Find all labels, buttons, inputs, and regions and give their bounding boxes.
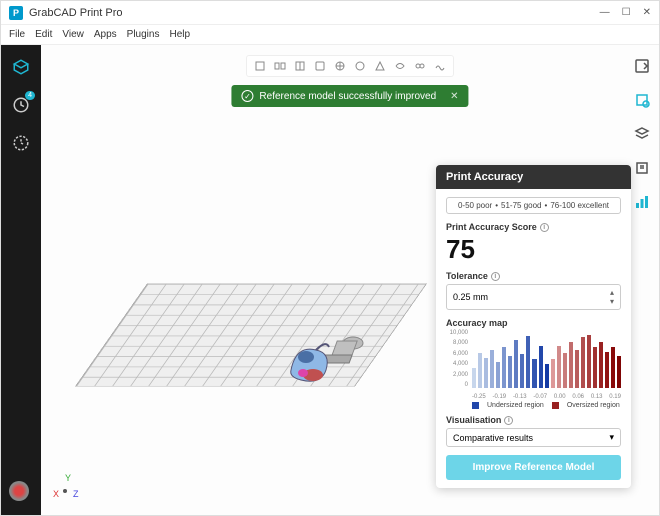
axis-x-icon: X [53,489,59,499]
chart-xaxis: -0.25-0.19-0.13-0.070.000.060.130.19 [472,394,621,400]
bar-over [569,342,573,388]
titlebar: P GrabCAD Print Pro — ☐ ✕ [1,1,659,25]
bar-under [514,340,518,388]
info-icon[interactable]: i [504,416,513,425]
check-icon: ✓ [241,90,253,102]
badge: 4 [25,91,35,100]
minimize-button[interactable]: — [600,7,610,18]
info-icon[interactable]: i [540,223,549,232]
tool-4-icon[interactable] [313,59,327,73]
tool-3-icon[interactable] [293,59,307,73]
app-logo-icon: P [9,6,23,20]
window-controls: — ☐ ✕ [600,7,651,18]
toast-message: Reference model successfully improved [259,91,436,102]
improve-reference-model-button[interactable]: Improve Reference Model [446,455,621,480]
axis-origin-icon [63,489,67,493]
tool-6-icon[interactable] [353,59,367,73]
chevron-down-icon: ▾ [609,432,614,443]
tool-8-icon[interactable] [393,59,407,73]
bar-over [593,347,597,388]
toast-success: ✓ Reference model successfully improved … [231,85,468,107]
bar-under [502,347,506,388]
cost-icon[interactable] [631,157,653,179]
score-legend: 0-50 poor • 51-75 good • 76-100 excellen… [446,197,621,214]
top-toolbar [246,55,454,77]
tool-5-icon[interactable] [333,59,347,73]
app-window: P GrabCAD Print Pro — ☐ ✕ File Edit View… [0,0,660,516]
info-icon[interactable]: i [491,272,500,281]
accuracy-map-chart: 10,0008,0006,0004,0002,0000 -0.25-0.19-0… [446,330,621,400]
menu-plugins[interactable]: Plugins [127,29,160,40]
toast-close-icon[interactable]: ✕ [450,91,458,102]
viewport[interactable]: ✓ Reference model successfully improved … [41,45,659,515]
menu-file[interactable]: File [9,29,25,40]
bar-under [484,358,488,388]
part-settings-icon[interactable] [631,89,653,111]
analytics-icon[interactable] [631,191,653,213]
bar-over [563,353,567,388]
left-rail: 4 [1,45,41,515]
chart-yaxis: 10,0008,0006,0004,0002,0000 [446,330,470,388]
menu-apps[interactable]: Apps [94,29,117,40]
chart-legend: Undersized region Oversized region [472,402,621,409]
maximize-button[interactable]: ☐ [622,7,631,18]
body: 4 ✓ Reference model succes [1,45,659,515]
tolerance-value: 0.25 mm [453,292,488,302]
bar-over [617,356,621,388]
bar-under [478,353,482,388]
bar-over [575,350,579,388]
print-accuracy-panel: Print Accuracy 0-50 poor • 51-75 good • … [436,165,631,488]
bar-over [599,342,603,388]
visualisation-label: Visualisation i [446,415,621,425]
user-avatar[interactable] [9,481,33,505]
project-icon[interactable] [9,55,33,79]
bar-over [587,335,591,388]
axis-z-icon: Z [73,489,79,499]
swatch-over-icon [552,402,559,409]
bar-under [490,350,494,388]
bar-over [605,352,609,388]
bar-under [472,368,476,388]
menubar: File Edit View Apps Plugins Help [1,25,659,45]
swatch-under-icon [472,402,479,409]
bar-over [551,359,555,388]
export-icon[interactable] [631,55,653,77]
window-title: GrabCAD Print Pro [29,7,123,19]
history-icon[interactable]: 4 [9,93,33,117]
accuracy-map-label: Accuracy map [446,318,621,328]
menu-view[interactable]: View [62,29,84,40]
bar-under [539,346,543,388]
bar-under [526,336,530,388]
layers-icon[interactable] [631,123,653,145]
bar-under [545,364,549,388]
chart-bars [472,330,621,388]
bar-under [520,354,524,388]
score-value: 75 [446,234,621,265]
axis-y-icon: Y [65,473,71,483]
right-rail [631,55,653,213]
tool-7-icon[interactable] [373,59,387,73]
tolerance-stepper[interactable]: 0.25 mm ▴▾ [446,284,621,310]
bar-over [611,347,615,388]
bar-under [508,356,512,388]
visualisation-select[interactable]: Comparative results ▾ [446,428,621,447]
tool-10-icon[interactable] [433,59,447,73]
bar-under [496,362,500,388]
model-on-plate[interactable] [271,325,381,400]
panel-title: Print Accuracy [436,165,631,189]
schedule-icon[interactable] [9,131,33,155]
tool-1-icon[interactable] [253,59,267,73]
tool-2-icon[interactable] [273,59,287,73]
tolerance-label: Tolerance i [446,271,621,281]
score-label: Print Accuracy Score i [446,222,621,232]
bar-over [557,346,561,388]
visualisation-value: Comparative results [453,433,533,443]
close-button[interactable]: ✕ [643,7,651,18]
tool-9-icon[interactable] [413,59,427,73]
bar-over [581,337,585,388]
menu-edit[interactable]: Edit [35,29,52,40]
menu-help[interactable]: Help [169,29,190,40]
bar-under [532,359,536,388]
stepper-arrows-icon[interactable]: ▴▾ [610,288,614,306]
